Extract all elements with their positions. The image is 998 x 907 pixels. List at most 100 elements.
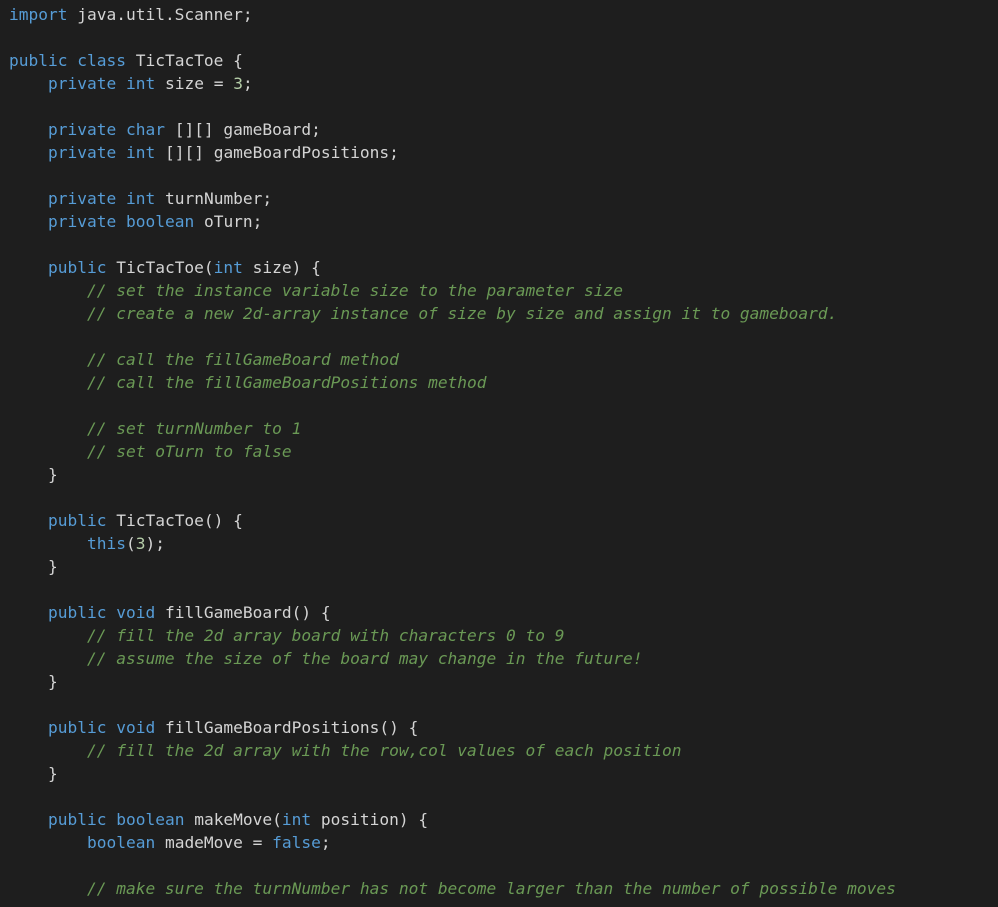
code-line[interactable]: public void fillGameBoardPositions() { [9, 716, 998, 739]
comment-token: // create a new 2d-array instance of siz… [86, 304, 838, 323]
code-line[interactable] [9, 486, 998, 509]
comment-token: // fill the 2d array board with characte… [86, 626, 565, 645]
code-line[interactable]: private int [][] gameBoardPositions; [9, 141, 998, 164]
code-line[interactable] [9, 233, 998, 256]
code-line[interactable]: public TicTacToe(int size) { [9, 256, 998, 279]
keyword-token: public [47, 718, 107, 737]
code-line[interactable]: private int size = 3; [9, 72, 998, 95]
code-token: TicTacToe( [106, 258, 214, 277]
code-line[interactable]: } [9, 463, 998, 486]
code-token: position) { [311, 810, 429, 829]
code-line[interactable]: private char [][] gameBoard; [9, 118, 998, 141]
code-token: [][] gameBoard; [164, 120, 321, 139]
keyword-token: this [86, 534, 126, 553]
keyword-token: private [47, 143, 117, 162]
code-line[interactable] [9, 693, 998, 716]
code-line[interactable]: boolean madeMove = false; [9, 831, 998, 854]
code-line[interactable]: // call the fillGameBoardPositions metho… [9, 371, 998, 394]
code-token: size) { [242, 258, 321, 277]
keyword-token: private [47, 189, 117, 208]
code-line[interactable]: import java.util.Scanner; [9, 3, 998, 26]
code-line[interactable]: // set the instance variable size to the… [9, 279, 998, 302]
code-token: madeMove = [155, 833, 273, 852]
code-line[interactable] [9, 578, 998, 601]
code-token: oTurn; [194, 212, 263, 231]
code-line[interactable] [9, 854, 998, 877]
code-token: fillGameBoard() { [155, 603, 331, 622]
keyword-token: void [116, 718, 156, 737]
code-line[interactable]: // assume the size of the board may chan… [9, 647, 998, 670]
code-line[interactable] [9, 325, 998, 348]
keyword-token: private [47, 74, 117, 93]
code-line[interactable]: // fill the 2d array board with characte… [9, 624, 998, 647]
code-line[interactable]: public boolean makeMove(int position) { [9, 808, 998, 831]
comment-token: // set turnNumber to 1 [86, 419, 302, 438]
keyword-token: boolean [125, 212, 195, 231]
code-line[interactable] [9, 394, 998, 417]
comment-token: // call the fillGameBoardPositions metho… [86, 373, 487, 392]
code-line[interactable] [9, 785, 998, 808]
keyword-token: int [213, 258, 243, 277]
keyword-token: private [47, 120, 117, 139]
code-line[interactable]: private int turnNumber; [9, 187, 998, 210]
code-line[interactable]: // set turnNumber to 1 [9, 417, 998, 440]
code-token: ; [320, 833, 331, 852]
comment-token: // call the fillGameBoard method [86, 350, 399, 369]
code-line[interactable]: // set oTurn to false [9, 440, 998, 463]
code-line[interactable]: // call the fillGameBoard method [9, 348, 998, 371]
code-line[interactable] [9, 26, 998, 49]
comment-token: // set the instance variable size to the… [86, 281, 623, 300]
code-line[interactable]: // create a new 2d-array instance of siz… [9, 302, 998, 325]
code-editor[interactable]: import java.util.Scanner; public class Ti… [0, 0, 998, 907]
code-token: [][] gameBoardPositions; [155, 143, 399, 162]
comment-token: // fill the 2d array with the row,col va… [86, 741, 682, 760]
code-line[interactable]: private boolean oTurn; [9, 210, 998, 233]
code-token: } [9, 672, 58, 691]
keyword-token: public [47, 810, 107, 829]
code-line[interactable]: this(3); [9, 532, 998, 555]
code-line[interactable]: // fill the 2d array with the row,col va… [9, 739, 998, 762]
code-line[interactable]: public class TicTacToe { [9, 49, 998, 72]
code-line[interactable]: } [9, 555, 998, 578]
code-line[interactable]: } [9, 762, 998, 785]
code-token: ); [145, 534, 165, 553]
code-token: } [9, 557, 58, 576]
keyword-token: public [47, 603, 107, 622]
code-line[interactable] [9, 164, 998, 187]
code-token: } [9, 465, 58, 484]
code-line[interactable]: public void fillGameBoard() { [9, 601, 998, 624]
keyword-token: int [125, 189, 156, 208]
code-line[interactable]: // make sure the turnNumber has not beco… [9, 877, 998, 900]
keyword-token: int [281, 810, 312, 829]
keyword-token: class [77, 51, 126, 70]
code-line[interactable]: public TicTacToe() { [9, 509, 998, 532]
code-line[interactable] [9, 95, 998, 118]
code-token: } [9, 764, 58, 783]
code-token: ; [242, 74, 253, 93]
code-token: java.util.Scanner; [67, 5, 253, 24]
code-token: ( [125, 534, 136, 553]
code-line[interactable]: } [9, 670, 998, 693]
